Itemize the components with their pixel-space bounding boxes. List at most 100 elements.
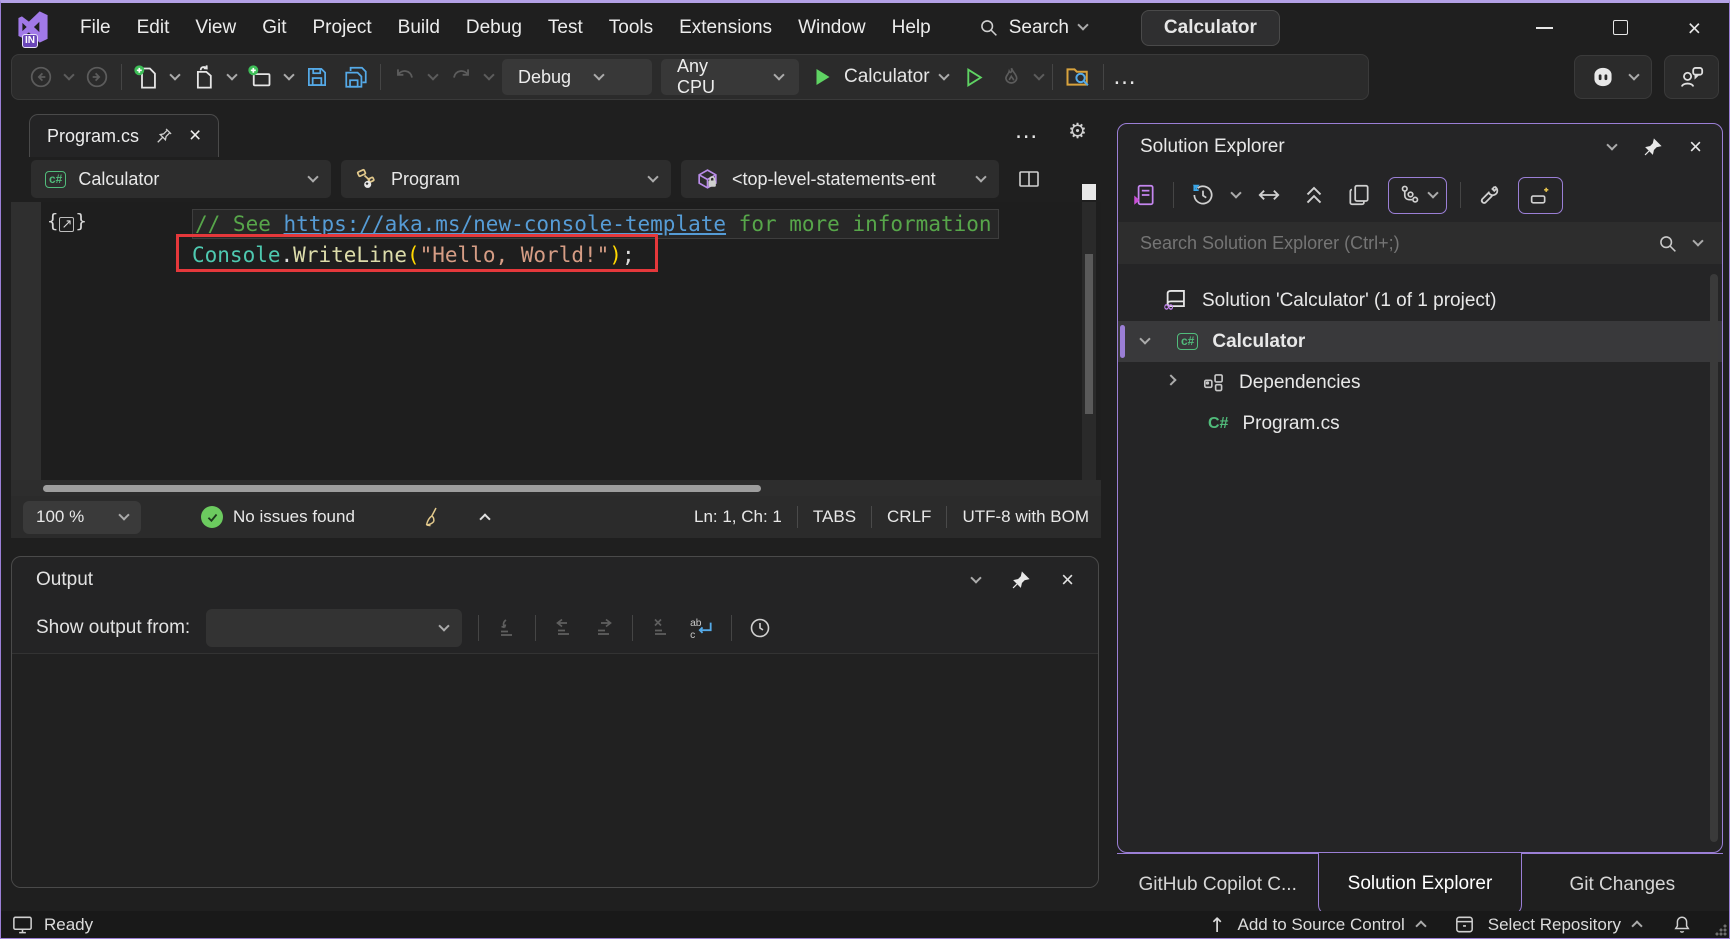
redo-dropdown-icon[interactable]: [483, 69, 494, 80]
solution-configuration-dropdown[interactable]: Debug: [502, 59, 652, 95]
previous-message-icon[interactable]: [552, 616, 576, 640]
vertical-scrollbar-thumb[interactable]: [1085, 254, 1093, 414]
horizontal-scrollbar-thumb[interactable]: [43, 485, 761, 492]
issues-label[interactable]: No issues found: [233, 507, 355, 527]
solution-explorer-search-input[interactable]: [1138, 232, 1657, 255]
search-icon[interactable]: [1657, 233, 1678, 254]
pin-icon[interactable]: [154, 126, 174, 146]
tab-solution-explorer[interactable]: Solution Explorer: [1318, 853, 1521, 915]
menu-edit[interactable]: Edit: [124, 12, 183, 44]
tree-item-project-calculator[interactable]: c# Calculator: [1118, 321, 1722, 362]
timestamp-clock-icon[interactable]: [748, 616, 772, 640]
add-to-source-control-button[interactable]: Add to Source Control: [1238, 915, 1405, 935]
tree-item-solution[interactable]: ∞ Solution 'Calculator' (1 of 1 project): [1118, 280, 1722, 321]
collapsed-chevron-icon[interactable]: [1165, 374, 1176, 385]
output-pin-icon[interactable]: [1010, 570, 1031, 591]
find-in-files-button[interactable]: [1062, 61, 1094, 93]
tree-item-dependencies[interactable]: Dependencies: [1118, 362, 1722, 403]
code-editor[interactable]: {↗} // See https://aka.ms/new-console-te…: [11, 202, 1101, 480]
tab-close-icon[interactable]: ×: [189, 128, 201, 144]
next-message-icon[interactable]: [592, 616, 616, 640]
menu-project[interactable]: Project: [300, 12, 385, 44]
code-cleanup-button[interactable]: [421, 505, 445, 529]
solution-explorer-header[interactable]: Solution Explorer ×: [1118, 124, 1722, 170]
toolbar-overflow-button[interactable]: …: [1113, 72, 1139, 82]
tab-program-cs[interactable]: Program.cs ×: [29, 114, 219, 157]
zoom-dropdown[interactable]: 100 %: [23, 501, 141, 534]
hot-reload-dropdown-icon[interactable]: [1033, 69, 1044, 80]
output-close-icon[interactable]: ×: [1061, 572, 1074, 588]
sync-with-active-document-button[interactable]: [1253, 179, 1285, 211]
word-wrap-icon[interactable]: abc: [689, 615, 715, 641]
solution-explorer-search[interactable]: [1118, 222, 1722, 264]
pending-changes-filter-button[interactable]: [1187, 179, 1219, 211]
copilot-button[interactable]: [1574, 55, 1652, 99]
menu-view[interactable]: View: [182, 12, 249, 44]
panel-scrollbar[interactable]: [1710, 274, 1718, 842]
breadcrumb-project-dropdown[interactable]: c# Calculator: [31, 160, 331, 198]
new-file-button[interactable]: [131, 62, 162, 93]
output-panel-header[interactable]: Output ×: [12, 557, 1098, 603]
menu-test[interactable]: Test: [535, 12, 596, 44]
tab-overflow-button[interactable]: …: [1014, 126, 1040, 136]
menu-git[interactable]: Git: [249, 12, 299, 44]
collapse-all-button[interactable]: [1298, 179, 1330, 211]
undo-button[interactable]: [390, 62, 420, 92]
search-control[interactable]: Search: [978, 17, 1087, 39]
fold-region-icon[interactable]: {↗}: [47, 210, 87, 232]
line-column-indicator[interactable]: Ln: 1, Ch: 1: [694, 507, 782, 527]
undo-dropdown-icon[interactable]: [427, 69, 438, 80]
filter-dropdown-icon[interactable]: [1230, 187, 1241, 198]
comment-link[interactable]: https://aka.ms/new-console-template: [284, 212, 727, 236]
maximize-button[interactable]: [1613, 20, 1628, 35]
add-new-item-button[interactable]: [245, 62, 276, 93]
open-file-button[interactable]: [188, 62, 219, 93]
hot-reload-button[interactable]: [997, 63, 1026, 92]
search-options-chevron-icon[interactable]: [1692, 235, 1703, 246]
collapse-panel-chevron-icon[interactable]: [479, 513, 490, 524]
show-all-files-button[interactable]: [1343, 179, 1375, 211]
navigate-back-button[interactable]: [26, 62, 56, 92]
clear-all-icon[interactable]: [649, 616, 673, 640]
panel-dropdown-chevron-icon[interactable]: [1606, 139, 1617, 150]
breadcrumb-member-dropdown[interactable]: <top-level-statements-ent: [681, 160, 999, 198]
menu-build[interactable]: Build: [385, 12, 453, 44]
back-dropdown-icon[interactable]: [63, 69, 74, 80]
tab-git-changes[interactable]: Git Changes: [1522, 853, 1723, 915]
resize-grip[interactable]: [1715, 924, 1727, 936]
menu-tools[interactable]: Tools: [596, 12, 666, 44]
close-button[interactable]: ×: [1688, 18, 1701, 38]
notifications-bell-icon[interactable]: [1671, 914, 1693, 936]
vertical-scrollbar[interactable]: [1082, 202, 1096, 480]
indent-indicator[interactable]: TABS: [813, 507, 856, 527]
open-file-dropdown-icon[interactable]: [226, 69, 237, 80]
file-nesting-button[interactable]: [1388, 177, 1447, 214]
new-file-dropdown-icon[interactable]: [169, 69, 180, 80]
navigate-forward-button[interactable]: [82, 62, 112, 92]
minimize-button[interactable]: [1536, 27, 1553, 29]
panel-pin-icon[interactable]: [1642, 137, 1663, 158]
select-repository-button[interactable]: Select Repository: [1488, 915, 1621, 935]
start-debugging-button[interactable]: Calculator: [808, 63, 950, 91]
menu-help[interactable]: Help: [879, 12, 944, 44]
find-message-icon[interactable]: [495, 616, 519, 640]
gear-icon[interactable]: ⚙: [1068, 122, 1087, 140]
output-dropdown-chevron-icon[interactable]: [970, 572, 981, 583]
menu-extensions[interactable]: Extensions: [666, 12, 785, 44]
menu-debug[interactable]: Debug: [453, 12, 535, 44]
switch-views-button[interactable]: [1128, 179, 1160, 211]
scrollbar-split-handle[interactable]: [1082, 184, 1096, 200]
source-control-chevron-icon[interactable]: [1415, 920, 1426, 931]
output-source-dropdown[interactable]: [206, 609, 462, 647]
solution-platform-dropdown[interactable]: Any CPU: [661, 59, 799, 95]
encoding-indicator[interactable]: UTF-8 with BOM: [962, 507, 1089, 527]
preview-selected-items-button[interactable]: [1518, 177, 1563, 214]
panel-close-icon[interactable]: ×: [1689, 139, 1702, 155]
search-chevron-icon[interactable]: [1077, 19, 1088, 30]
breadcrumb-type-dropdown[interactable]: Program: [341, 160, 671, 198]
horizontal-scrollbar[interactable]: [11, 480, 1101, 496]
menu-file[interactable]: File: [67, 12, 124, 44]
split-window-button[interactable]: [1017, 167, 1041, 191]
expand-chevron-icon[interactable]: [1139, 333, 1150, 344]
output-content[interactable]: [12, 653, 1098, 888]
